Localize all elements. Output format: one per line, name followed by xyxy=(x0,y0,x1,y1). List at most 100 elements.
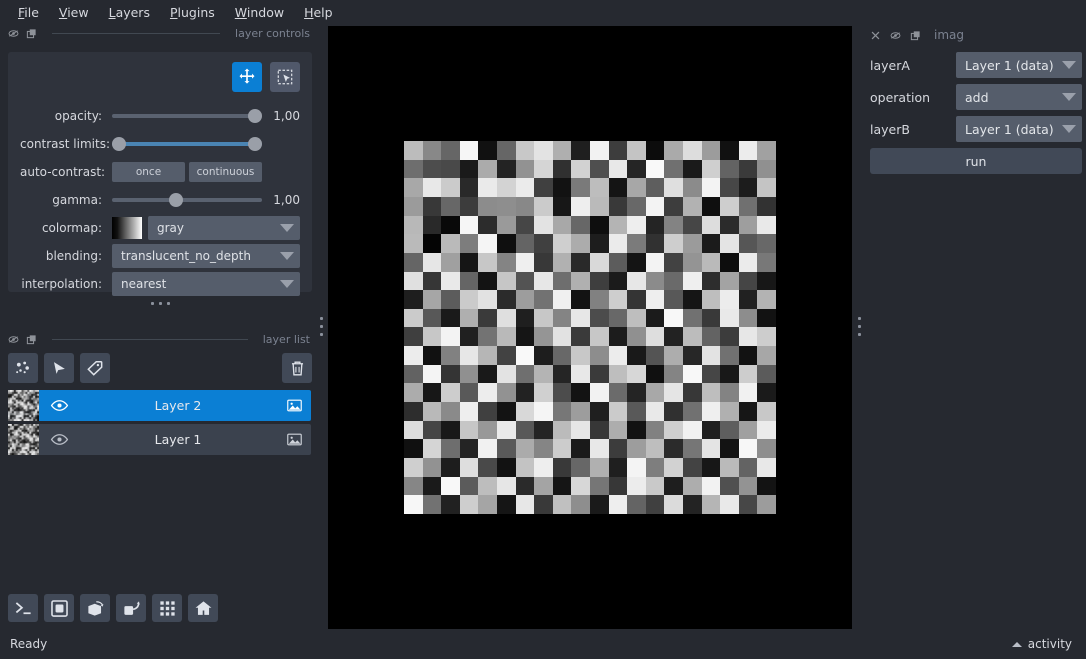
image-pixel xyxy=(534,495,553,514)
image-pixel xyxy=(422,327,442,347)
image-pixel xyxy=(478,308,497,328)
menu-file[interactable]: File xyxy=(8,3,49,22)
gamma-slider[interactable] xyxy=(112,188,262,212)
image-pixel xyxy=(664,495,683,514)
image-pixel xyxy=(515,141,535,160)
auto-contrast-continuous-button[interactable]: continuous xyxy=(189,162,262,182)
menu-view[interactable]: View xyxy=(49,3,99,22)
image-pixel xyxy=(701,383,721,403)
image-pixel xyxy=(552,476,572,496)
image-pixel xyxy=(571,141,590,160)
image-pixel xyxy=(645,178,665,197)
menu-window[interactable]: Window xyxy=(225,3,294,22)
image-pixel xyxy=(459,458,479,477)
interpolation-combobox[interactable]: nearest xyxy=(112,272,300,296)
image-pixel xyxy=(441,141,460,160)
menu-help[interactable]: Help xyxy=(294,3,343,22)
colormap-swatch xyxy=(112,217,142,239)
image-pixel xyxy=(441,196,460,216)
opacity-value: 1,00 xyxy=(273,109,300,123)
opacity-slider-handle[interactable] xyxy=(248,109,262,123)
delete-layer-button[interactable] xyxy=(282,353,312,383)
viewer-canvas[interactable] xyxy=(328,26,852,629)
contrast-limits-high-handle[interactable] xyxy=(248,137,262,151)
new-points-layer-button[interactable] xyxy=(8,353,38,383)
image-pixel xyxy=(534,346,553,365)
contrast-limits-low-handle[interactable] xyxy=(112,137,126,151)
pan-zoom-tool-button[interactable] xyxy=(232,62,262,92)
horizontal-splitter-handle[interactable] xyxy=(0,296,320,310)
image-pixel xyxy=(701,252,721,272)
image-pixel xyxy=(590,476,609,496)
contrast-limits-slider[interactable] xyxy=(112,132,262,156)
layer-b-combobox[interactable]: Layer 1 (data) xyxy=(956,116,1082,142)
layer-name-label: Layer 2 xyxy=(154,398,202,413)
image-pixel xyxy=(404,420,423,440)
transform-tool-button[interactable] xyxy=(270,62,300,92)
image-pixel xyxy=(645,234,665,253)
reset-view-button[interactable] xyxy=(188,594,218,622)
image-pixel xyxy=(757,308,776,328)
image-pixel xyxy=(478,252,497,272)
ndisplay-toggle-button[interactable] xyxy=(44,594,74,622)
image-pixel xyxy=(422,252,442,272)
colormap-combobox[interactable]: gray xyxy=(148,216,300,240)
image-pixel xyxy=(738,271,758,291)
image-pixel xyxy=(441,178,460,197)
menu-plugins[interactable]: Plugins xyxy=(160,3,225,22)
float-dock-icon[interactable] xyxy=(890,30,901,41)
layer-a-combobox[interactable]: Layer 1 (data) xyxy=(956,52,1082,78)
console-button[interactable] xyxy=(8,594,38,622)
menu-layers[interactable]: Layers xyxy=(99,3,160,22)
image-pixel xyxy=(441,476,460,496)
image-pixel xyxy=(459,196,479,216)
image-pixel xyxy=(738,308,758,328)
layer-visibility-toggle[interactable] xyxy=(39,396,79,415)
roll-dimensions-button[interactable] xyxy=(80,594,110,622)
float-dock-icon[interactable] xyxy=(8,334,19,345)
image-pixel xyxy=(720,420,739,440)
auto-contrast-once-button[interactable]: once xyxy=(112,162,185,182)
blending-label: blending: xyxy=(45,249,102,263)
image-pixel xyxy=(645,458,665,477)
blending-combobox[interactable]: translucent_no_depth xyxy=(112,244,300,268)
right-vertical-splitter-handle[interactable] xyxy=(852,24,866,629)
layer-visibility-toggle[interactable] xyxy=(39,430,79,449)
image-pixel xyxy=(608,252,628,272)
opacity-slider[interactable] xyxy=(112,104,262,128)
close-dock-icon[interactable] xyxy=(870,30,881,41)
new-shapes-layer-button[interactable] xyxy=(44,353,74,383)
image-pixel xyxy=(478,290,497,309)
image-pixel xyxy=(757,196,776,216)
undock-icon[interactable] xyxy=(910,30,921,41)
undock-icon[interactable] xyxy=(26,334,37,345)
image-pixel xyxy=(441,234,460,253)
image-pixel xyxy=(571,178,590,197)
left-vertical-splitter-handle[interactable] xyxy=(314,24,328,629)
operation-combobox[interactable]: add xyxy=(956,84,1082,110)
layer-type-icon-wrap xyxy=(277,397,311,414)
grid-view-button[interactable] xyxy=(152,594,182,622)
image-pixel xyxy=(590,234,609,253)
new-labels-layer-button[interactable] xyxy=(80,353,110,383)
run-button[interactable]: run xyxy=(870,148,1082,174)
image-layer-render xyxy=(404,141,776,514)
layer-list-item-layer-2[interactable]: Layer 2 xyxy=(8,390,311,421)
image-pixel xyxy=(552,327,572,347)
layer-list-item-layer-1[interactable]: Layer 1 xyxy=(8,424,311,455)
image-pixel xyxy=(497,495,516,514)
image-pixel xyxy=(608,290,628,309)
image-pixel xyxy=(497,364,516,384)
image-pixel xyxy=(441,215,460,235)
float-dock-icon[interactable] xyxy=(8,28,19,39)
image-pixel xyxy=(683,402,702,421)
image-pixel xyxy=(422,215,442,235)
transpose-dimensions-button[interactable] xyxy=(116,594,146,622)
undock-icon[interactable] xyxy=(26,28,37,39)
image-pixel xyxy=(645,495,665,514)
image-pixel xyxy=(720,364,739,384)
transform-select-icon xyxy=(277,69,293,85)
image-pixel xyxy=(404,364,423,384)
gamma-slider-handle[interactable] xyxy=(169,193,183,207)
activity-button[interactable]: activity xyxy=(1011,637,1072,651)
